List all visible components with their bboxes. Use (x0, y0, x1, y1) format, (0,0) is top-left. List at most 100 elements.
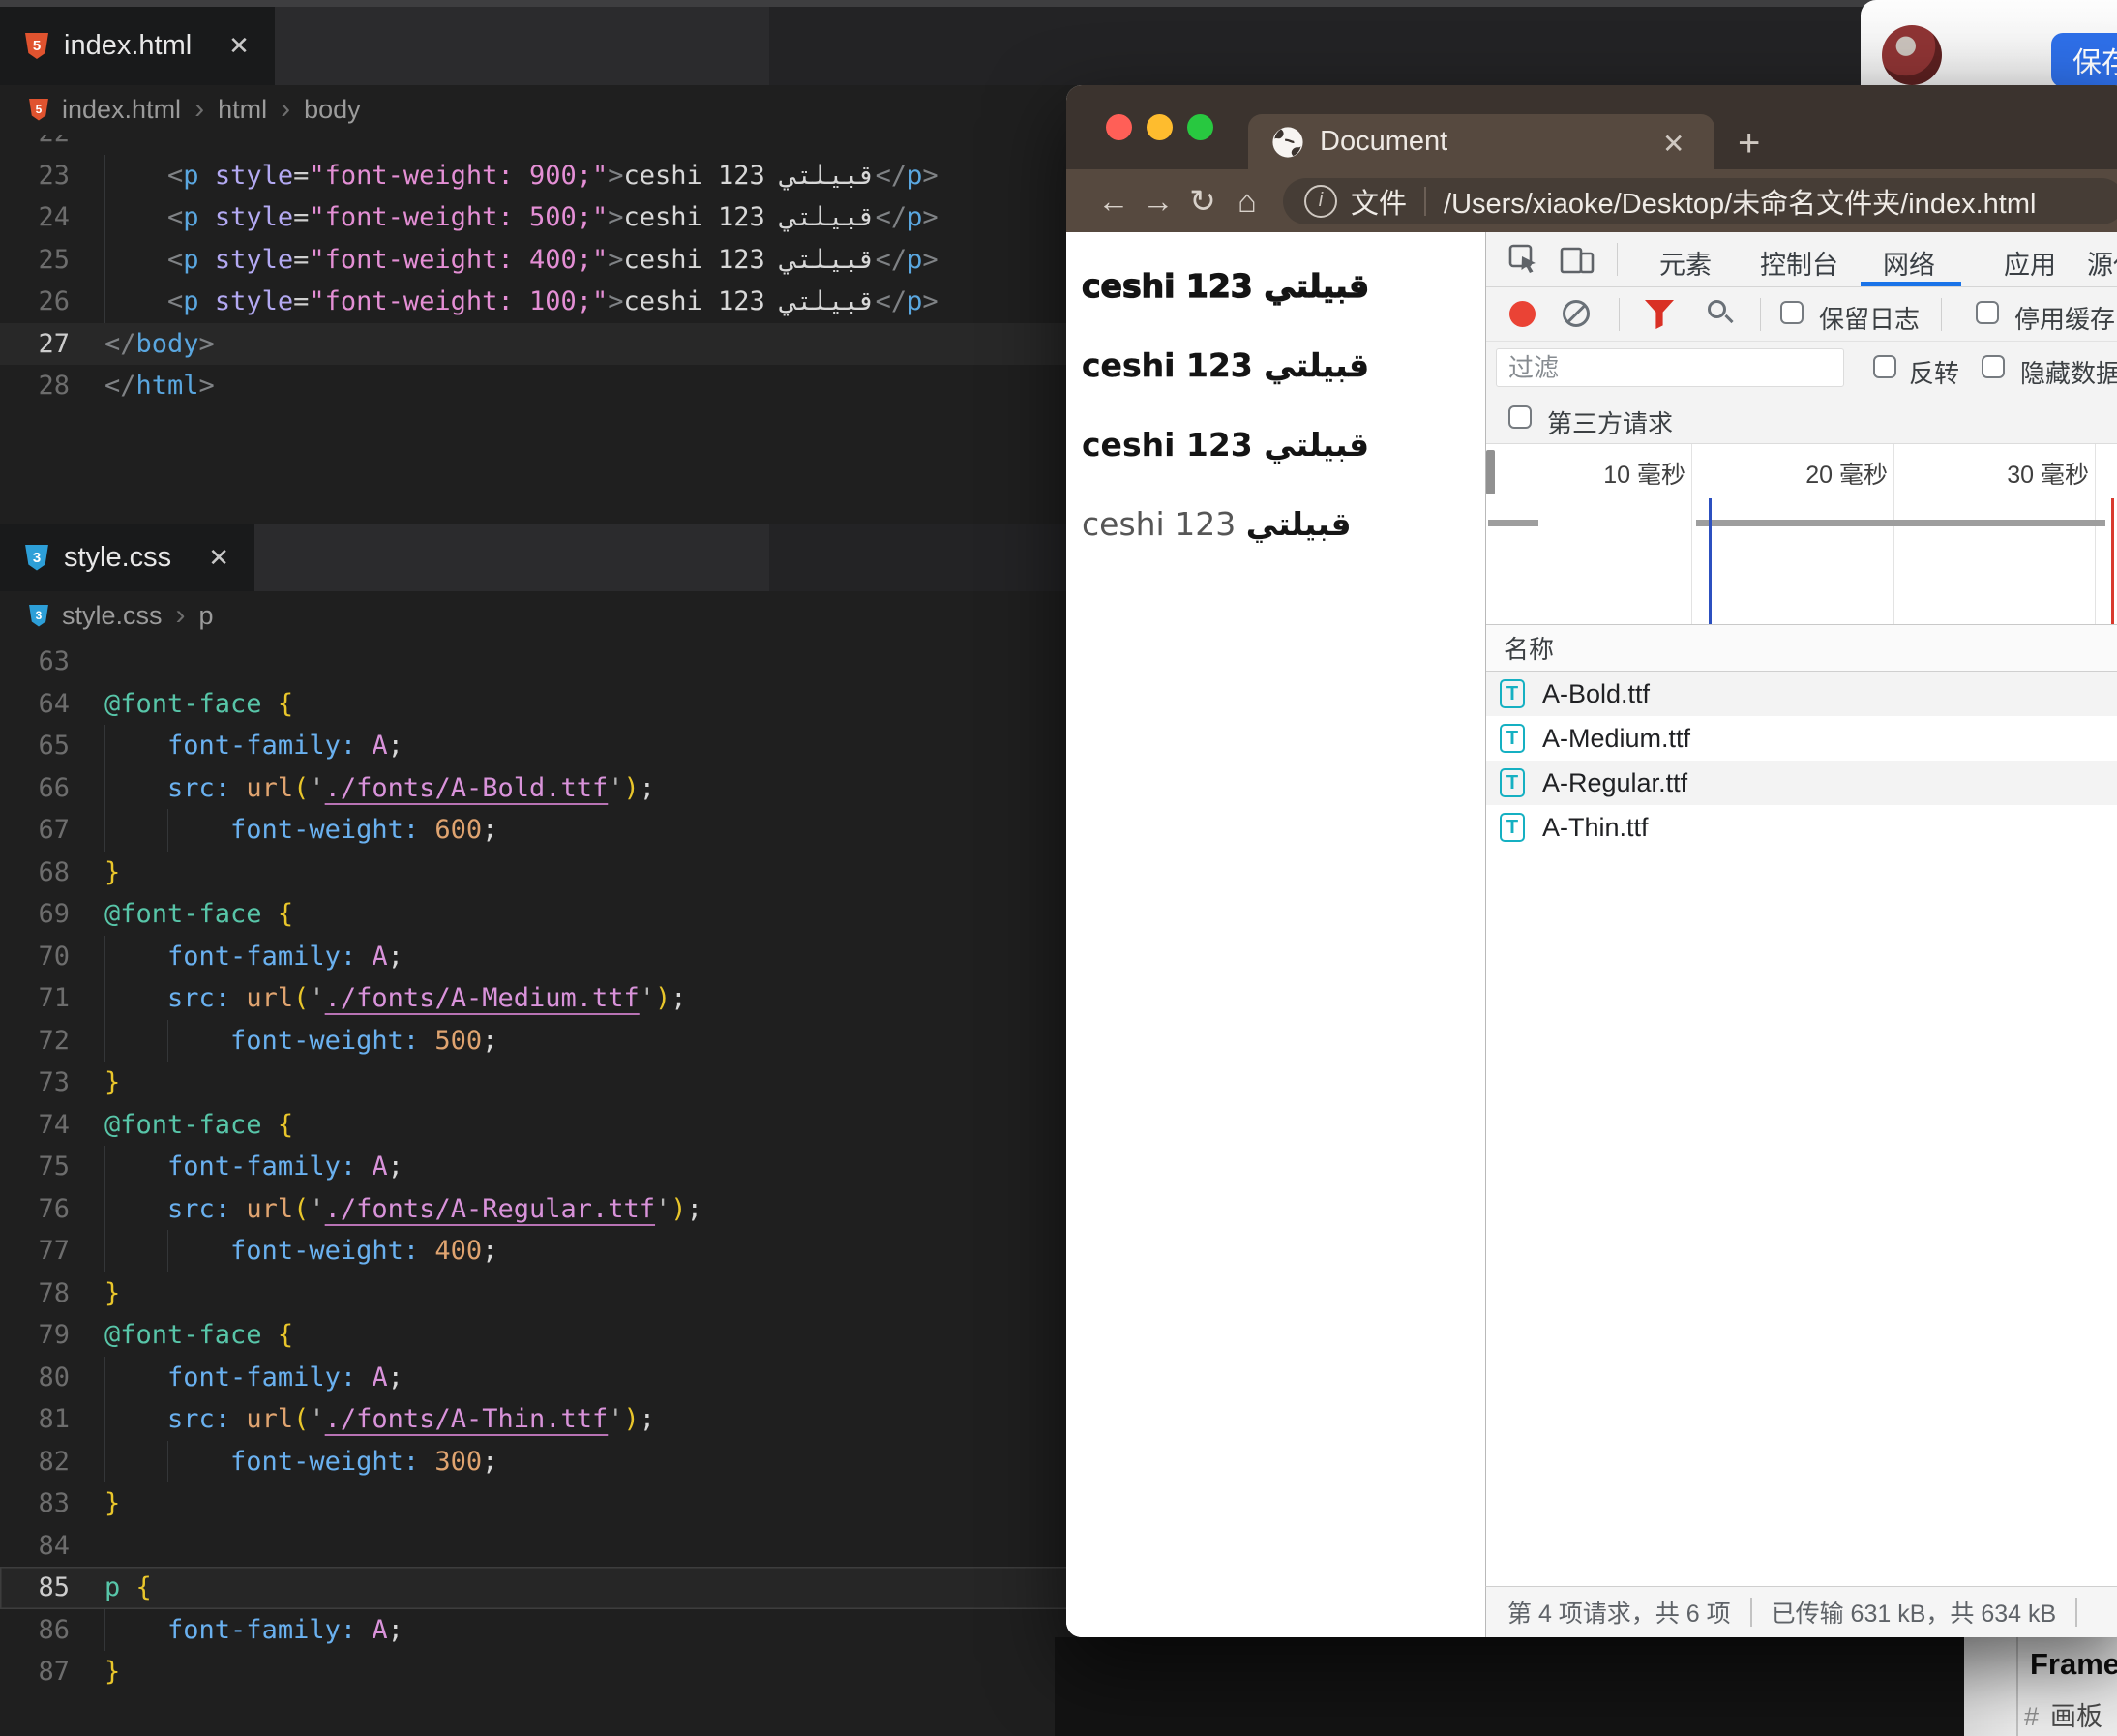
save-button[interactable]: 保存 (2051, 33, 2117, 85)
filter-input[interactable] (1496, 348, 1844, 387)
breadcrumb-chevron-icon: › (281, 93, 290, 126)
indent-guide (104, 1609, 105, 1652)
line-number: 73 (0, 1062, 104, 1104)
latin-text: ceshi 123 (1082, 267, 1264, 305)
request-row[interactable]: TA-Thin.ttf (1486, 805, 2117, 850)
name-column-header[interactable]: 名称 (1504, 630, 1554, 666)
disable-cache-label[interactable]: 停用缓存 (2014, 300, 2115, 336)
html-file-icon: 5 (29, 99, 48, 121)
request-file-name: A-Bold.ttf (1542, 679, 1650, 709)
avatar[interactable] (1882, 25, 1942, 85)
filter-funnel-icon[interactable] (1645, 300, 1674, 329)
devtools-tab-4[interactable]: 应用 (2004, 244, 2056, 282)
tab-style-css[interactable]: 3 style.css ✕ (0, 524, 254, 591)
breadcrumb-item[interactable]: p (199, 601, 214, 631)
minimize-window-button[interactable] (1147, 114, 1173, 140)
breadcrumb-item[interactable]: style.css (62, 601, 163, 631)
network-filter-row: 反转 隐藏数据网址 (1486, 342, 2117, 395)
hide-data-urls-label[interactable]: 隐藏数据网址 (2020, 354, 2117, 390)
indent-guide (104, 1146, 105, 1188)
close-tab-icon[interactable]: ✕ (208, 543, 229, 573)
preserve-log-label[interactable]: 保留日志 (1819, 300, 1920, 336)
line-number: 81 (0, 1398, 104, 1441)
forward-icon[interactable]: → (1136, 183, 1180, 220)
requests-table-header[interactable]: 名称 (1486, 625, 2117, 672)
devtools-panel: 元素 控制台 网络 应用 源代码 保留日志 停用缓存 反转 隐藏数据网址 (1485, 232, 2117, 1587)
clear-network-log-icon[interactable] (1563, 300, 1590, 327)
breadcrumb-item[interactable]: body (304, 95, 361, 125)
back-icon[interactable]: ← (1091, 183, 1136, 220)
tab-label: index.html (64, 30, 192, 62)
line-number: 28 (0, 365, 104, 407)
inspect-element-icon[interactable] (1507, 243, 1538, 274)
indent-guide (104, 809, 105, 852)
breadcrumb-chevron-icon: › (176, 599, 186, 632)
line-number: 77 (0, 1230, 104, 1272)
invert-filter-checkbox[interactable] (1873, 355, 1896, 378)
devtools-tab-3[interactable]: 网络 (1883, 244, 1935, 282)
disable-cache-checkbox[interactable] (1976, 301, 1999, 324)
background-window-bottom-right: Frame #画板 (1964, 1637, 2117, 1736)
request-row[interactable]: TA-Medium.ttf (1486, 716, 2117, 761)
url-scheme-label: 文件 (1351, 181, 1407, 222)
line-number: 79 (0, 1314, 104, 1357)
third-party-checkbox[interactable] (1508, 405, 1532, 429)
breadcrumb-item[interactable]: index.html (62, 95, 181, 125)
line-number: 87 (0, 1651, 104, 1693)
url-divider (1424, 187, 1426, 216)
home-icon[interactable]: ⌂ (1225, 183, 1269, 220)
new-tab-button[interactable]: + (1738, 122, 1760, 165)
page-info-icon[interactable]: i (1304, 185, 1337, 218)
indent-guide (104, 196, 105, 239)
reload-icon[interactable]: ↻ (1180, 182, 1225, 220)
close-window-button[interactable] (1106, 114, 1132, 140)
timeline-activity-bar (1488, 520, 1538, 526)
request-row[interactable]: TA-Bold.ttf (1486, 672, 2117, 716)
request-row[interactable]: TA-Regular.ttf (1486, 761, 2117, 805)
address-bar[interactable]: i 文件 /Users/xiaoke/Desktop/未命名文件夹/index.… (1283, 178, 2117, 224)
browser-toolbar: ← → ↻ ⌂ i 文件 /Users/xiaoke/Desktop/未命名文件… (1066, 169, 2117, 232)
browser-titlebar[interactable]: Document ✕ + (1066, 85, 2117, 169)
hide-data-urls-checkbox[interactable] (1982, 355, 2005, 378)
tab-index-html[interactable]: 5 index.html ✕ (0, 7, 275, 85)
font-resource-icon: T (1500, 724, 1525, 753)
breadcrumb-item[interactable]: html (218, 95, 267, 125)
timeline-scrubber[interactable] (1486, 450, 1495, 494)
invert-filter-label[interactable]: 反转 (1909, 354, 1959, 390)
devtools-tab-5[interactable]: 源代码 (2087, 244, 2117, 282)
line-number: 64 (0, 683, 104, 726)
transfer-size-summary: 已传输 631 kB，共 634 kB (1772, 1595, 2057, 1630)
devtools-tab-1[interactable]: 元素 (1659, 244, 1712, 282)
timeline-tick-label: 30 毫秒 (1979, 456, 2089, 491)
line-number: 74 (0, 1104, 104, 1147)
indent-guide (167, 1020, 168, 1063)
close-tab-icon[interactable]: ✕ (1662, 128, 1685, 160)
preserve-log-checkbox[interactable] (1780, 301, 1804, 324)
indent-guide (167, 1230, 168, 1272)
toolbar-separator (1619, 298, 1620, 331)
line-number: 67 (0, 809, 104, 852)
network-toolbar: 保留日志 停用缓存 (1486, 287, 2117, 342)
browser-tab-document[interactable]: Document (1248, 114, 1714, 169)
toolbar-separator (1941, 298, 1942, 331)
timeline-gridline (1691, 444, 1692, 624)
active-tab-underline (1861, 282, 1961, 286)
network-timeline-overview[interactable]: 10 毫秒20 毫秒30 毫秒 (1486, 444, 2117, 625)
browser-content: ceshi 123 قبيلتيceshi 123 قبيلتيceshi 12… (1066, 232, 2117, 1637)
artboard-list-item[interactable]: #画板 (2024, 1695, 2102, 1733)
arabic-text: قبيلتي (1264, 426, 1369, 464)
scrollbar-track[interactable] (1964, 1637, 2018, 1736)
timeline-gridline (2095, 444, 2096, 624)
line-number: 68 (0, 852, 104, 894)
close-tab-icon[interactable]: ✕ (228, 31, 250, 61)
search-icon[interactable] (1708, 300, 1726, 318)
page-paragraph-weight-900: ceshi 123 قبيلتي (1082, 267, 1369, 305)
frame-panel-title: Frame (2030, 1647, 2117, 1682)
record-network-log-button[interactable] (1509, 301, 1536, 327)
rendered-page: ceshi 123 قبيلتيceshi 123 قبيلتيceshi 12… (1066, 232, 1485, 1637)
third-party-label[interactable]: 第三方请求 (1547, 404, 1673, 440)
zoom-window-button[interactable] (1187, 114, 1213, 140)
indent-guide (104, 767, 105, 810)
device-toolbar-icon[interactable] (1560, 243, 1595, 274)
devtools-tab-2[interactable]: 控制台 (1760, 244, 1838, 282)
